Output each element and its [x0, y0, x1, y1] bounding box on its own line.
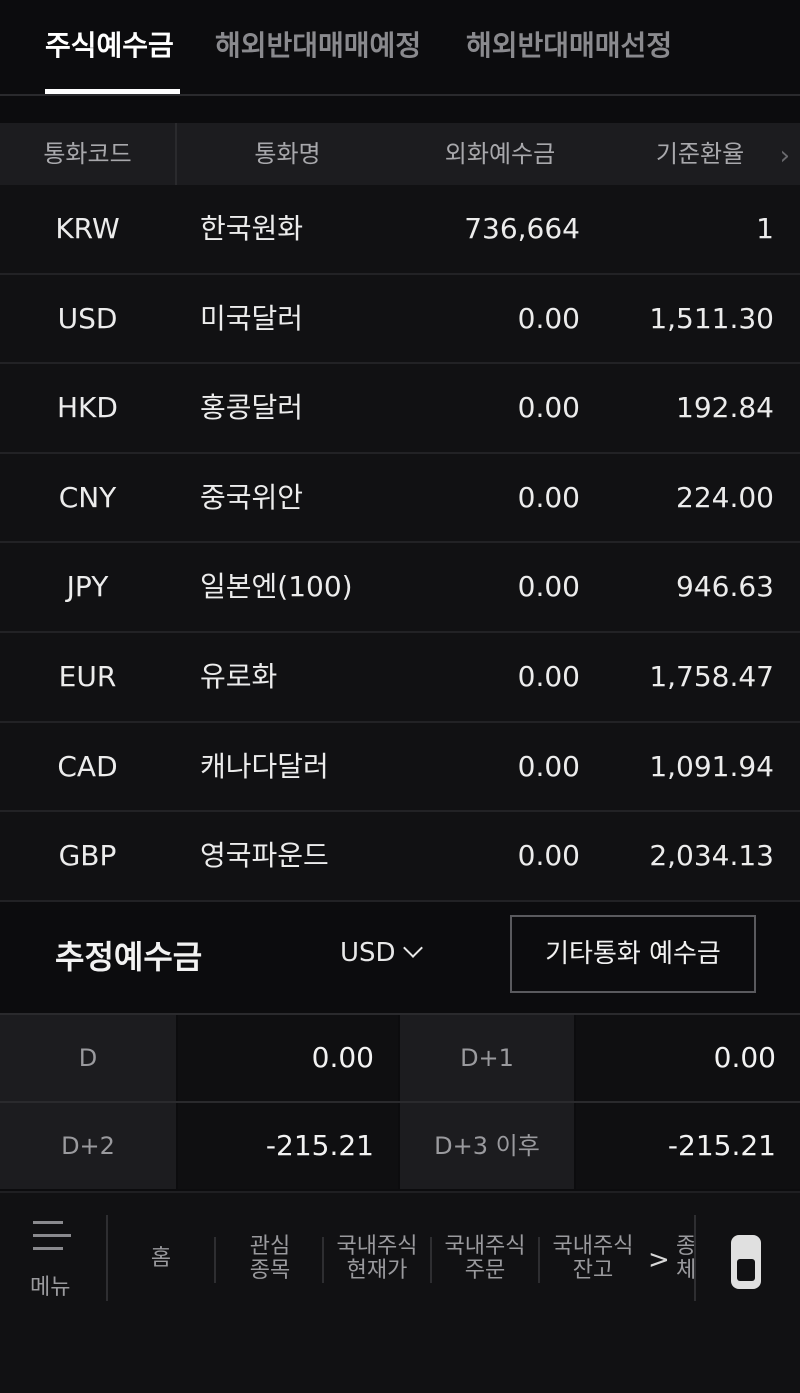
settlement-day-label: D+2 [0, 1103, 176, 1189]
currency-code: KRW [55, 212, 120, 245]
table-row[interactable]: CNY 중국위안 0.00 224.00 [0, 453, 800, 544]
base-rate-value: 1,758.47 [649, 659, 774, 693]
foreign-deposit-value: 736,664 [464, 212, 580, 245]
foreign-deposit-value: 0.00 [517, 301, 580, 335]
currency-code: GBP [58, 839, 117, 873]
table-row[interactable]: KRW 한국원화 736,664 1 [0, 185, 800, 275]
currency-name: 미국달러 [200, 301, 304, 335]
settlement-day-label: D+1 [400, 1015, 574, 1101]
currency-name: 중국위안 [200, 480, 304, 514]
table-row[interactable]: CAD 캐나다달러 0.00 1,091.94 [0, 722, 800, 813]
settlement-day-value: -215.21 [178, 1103, 398, 1189]
settlement-day-value: -215.21 [576, 1103, 800, 1189]
settlement-day-label: D [0, 1015, 176, 1101]
currency-code: EUR [58, 659, 117, 693]
chevron-down-icon [402, 938, 423, 958]
table-row[interactable]: JPY 일본엔(100) 0.00 946.63 [0, 543, 800, 633]
base-rate-value: 1,091.94 [649, 749, 774, 783]
table-row[interactable]: EUR 유로화 0.00 1,758.47 [0, 632, 800, 723]
base-rate-value: 1 [756, 212, 774, 245]
settlement-day-value: 0.00 [178, 1015, 398, 1101]
nav-divider [430, 1237, 432, 1283]
estimated-deposit-grid: D 0.00 D+1 0.00 D+2 -215.21 D+3 이후 -215.… [0, 1013, 800, 1189]
foreign-deposit-value: 0.00 [517, 749, 580, 783]
base-rate-value: 224.00 [676, 480, 774, 514]
base-rate-value: 192.84 [676, 391, 774, 425]
table-row[interactable]: GBP 영국파운드 0.00 2,034.13 [0, 812, 800, 902]
nav-divider [322, 1237, 324, 1283]
nav-item-domestic-quote[interactable]: 국내주식 현재가 [330, 1235, 424, 1283]
header-currency-name: 통화명 [254, 140, 321, 168]
header-currency-code: 통화코드 [43, 140, 132, 168]
currency-name: 캐나다달러 [200, 749, 329, 783]
tab-overseas-forced-sale-scheduled[interactable]: 해외반대매매예정 [215, 24, 421, 64]
currency-code: JPY [66, 570, 109, 604]
hamburger-menu-icon[interactable] [33, 1221, 71, 1260]
foreign-deposit-value: 0.00 [517, 839, 580, 873]
nav-divider [106, 1215, 108, 1301]
currency-code: CNY [58, 480, 117, 514]
nav-item-domestic-order[interactable]: 국내주식 주문 [438, 1235, 532, 1283]
currency-dropdown[interactable]: USD [340, 938, 423, 968]
table-row[interactable]: USD 미국달러 0.00 1,511.30 [0, 274, 800, 365]
settlement-day-label: D+3 이후 [400, 1103, 574, 1189]
currency-table: KRW 한국원화 736,664 1 USD 미국달러 0.00 1,511.3… [0, 185, 800, 902]
table-header: 통화코드 통화명 외화예수금 기준환율 › [0, 123, 800, 185]
nav-divider [214, 1237, 216, 1283]
table-row[interactable]: HKD 홍콩달러 0.00 192.84 [0, 364, 800, 454]
currency-code: USD [57, 301, 118, 335]
foreign-deposit-value: 0.00 [517, 480, 580, 514]
nav-item-domestic-balance[interactable]: 국내주식 잔고 [546, 1235, 640, 1283]
tab-bar: 주식예수금 해외반대매매예정 해외반대매매선정 [0, 0, 800, 96]
base-rate-value: 2,034.13 [649, 839, 774, 873]
nav-item-home[interactable]: 홈 [130, 1247, 192, 1271]
nav-item-clipped[interactable]: 종 체 [676, 1235, 694, 1283]
currency-dropdown-value: USD [340, 938, 396, 968]
nav-divider [694, 1215, 696, 1301]
currency-code: CAD [57, 749, 118, 783]
tab-overseas-forced-sale-selected[interactable]: 해외반대매매선정 [466, 24, 672, 64]
nav-more-arrow[interactable]: > [648, 1245, 670, 1275]
currency-code: HKD [57, 391, 118, 425]
currency-name: 홍콩달러 [200, 391, 304, 425]
other-currency-deposit-button[interactable]: 기타통화 예수금 [510, 915, 756, 993]
estimated-deposit-title: 추정예수금 [55, 938, 203, 976]
nav-divider [538, 1237, 540, 1283]
menu-label[interactable]: 메뉴 [30, 1269, 70, 1301]
foreign-deposit-value: 0.00 [517, 659, 580, 693]
currency-name: 일본엔(100) [200, 570, 353, 604]
currency-name: 영국파운드 [200, 839, 329, 873]
currency-name: 유로화 [200, 659, 278, 693]
currency-name: 한국원화 [200, 212, 304, 245]
scroll-toggle-icon[interactable] [731, 1235, 761, 1289]
chevron-right-icon[interactable]: › [780, 141, 790, 171]
base-rate-value: 1,511.30 [649, 301, 774, 335]
header-base-rate: 기준환율 [655, 140, 745, 168]
base-rate-value: 946.63 [676, 570, 774, 604]
foreign-deposit-value: 0.00 [517, 570, 580, 604]
header-foreign-deposit: 외화예수금 [444, 140, 556, 168]
bottom-navigation: 메뉴 홈 관심 종목 국내주식 현재가 국내주식 주문 국내주식 잔고 > 종 … [0, 1191, 800, 1393]
tab-stock-deposit[interactable]: 주식예수금 [45, 24, 174, 64]
foreign-deposit-value: 0.00 [517, 391, 580, 425]
active-tab-indicator [45, 89, 180, 94]
nav-item-watchlist[interactable]: 관심 종목 [228, 1235, 312, 1283]
settlement-day-value: 0.00 [576, 1015, 800, 1101]
